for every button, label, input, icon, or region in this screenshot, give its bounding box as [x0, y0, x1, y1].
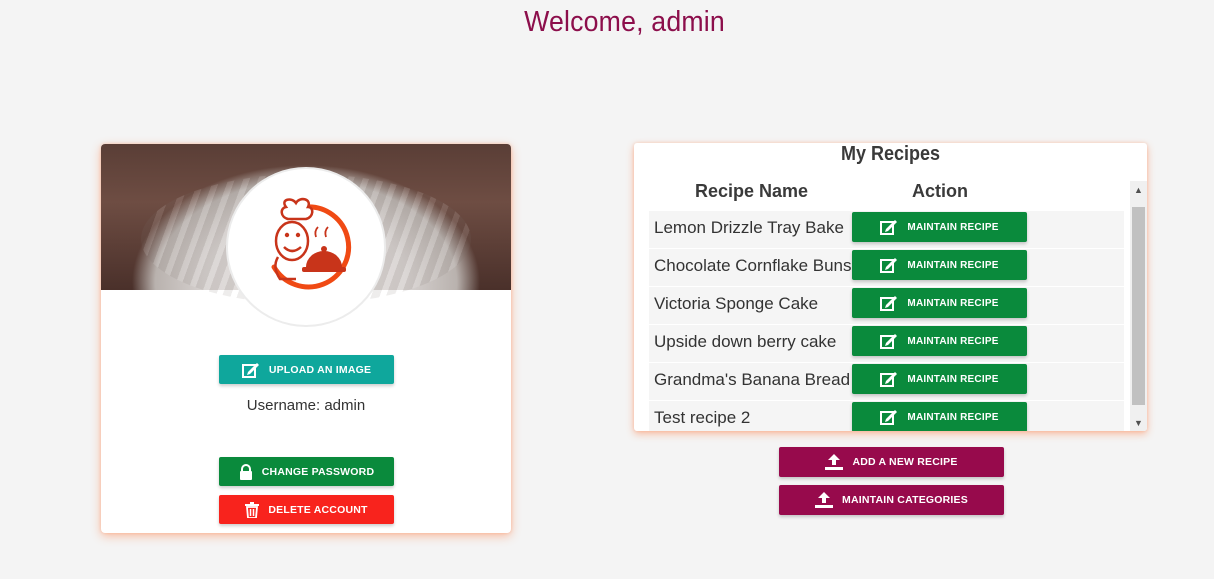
profile-card: UPLOAD AN IMAGE Username: admin CHANGE P… [101, 144, 511, 533]
recipe-name: Victoria Sponge Cake [654, 294, 819, 313]
edit-icon [880, 258, 898, 273]
upload-icon [815, 492, 834, 508]
maintain-categories-label: MAINTAIN CATEGORIES [842, 494, 968, 506]
delete-account-label: DELETE ACCOUNT [268, 503, 368, 516]
chef-logo-icon [271, 197, 352, 290]
column-header-action: Action [912, 181, 968, 201]
maintain-recipe-button[interactable]: MAINTAIN RECIPE [852, 288, 1027, 318]
maintain-recipe-button[interactable]: MAINTAIN RECIPE [852, 212, 1027, 242]
recipe-row: Test recipe 2 MAINTAIN RECIPE [649, 401, 1124, 431]
scroll-up-icon[interactable]: ▲ [1130, 181, 1147, 198]
upload-image-label: UPLOAD AN IMAGE [268, 363, 372, 376]
recipe-name: Upside down berry cake [654, 332, 837, 351]
maintain-recipe-label: MAINTAIN RECIPE [907, 373, 999, 385]
edit-icon [880, 296, 898, 311]
upload-image-button[interactable]: UPLOAD AN IMAGE [219, 355, 394, 384]
maintain-recipe-label: MAINTAIN RECIPE [907, 221, 999, 233]
scroll-thumb[interactable] [1132, 207, 1145, 405]
maintain-recipe-label: MAINTAIN RECIPE [907, 335, 999, 347]
recipe-row: Victoria Sponge Cake MAINTAIN RECIPE [649, 287, 1124, 324]
recipe-name: Lemon Drizzle Tray Bake [654, 218, 844, 237]
edit-icon [880, 410, 898, 425]
add-new-recipe-label: ADD A NEW RECIPE [852, 456, 958, 468]
maintain-recipe-button[interactable]: MAINTAIN RECIPE [852, 402, 1027, 431]
delete-account-button[interactable]: DELETE ACCOUNT [219, 495, 394, 524]
edit-icon [880, 220, 898, 235]
change-password-button[interactable]: CHANGE PASSWORD [219, 457, 394, 486]
recipe-name: Chocolate Cornflake Buns [654, 256, 852, 275]
edit-icon [241, 362, 259, 378]
maintain-recipe-button[interactable]: MAINTAIN RECIPE [852, 326, 1027, 356]
recipe-name: Grandma's Banana Bread [654, 370, 851, 389]
recipe-row: Grandma's Banana Bread MAINTAIN RECIPE [649, 363, 1124, 400]
recipe-row: Lemon Drizzle Tray Bake MAINTAIN RECIPE [649, 211, 1124, 248]
edit-icon [880, 334, 898, 349]
page-title: Welcome, admin [524, 6, 725, 38]
maintain-recipe-button[interactable]: MAINTAIN RECIPE [852, 250, 1027, 280]
upload-icon [825, 454, 844, 470]
recipe-name: Test recipe 2 [654, 408, 751, 427]
lock-icon [239, 463, 252, 480]
maintain-recipe-button[interactable]: MAINTAIN RECIPE [852, 364, 1027, 394]
scroll-down-icon[interactable]: ▼ [1130, 414, 1147, 431]
add-new-recipe-button[interactable]: ADD A NEW RECIPE [779, 447, 1004, 477]
column-header-recipe-name: Recipe Name [695, 181, 809, 201]
username-text: Username: admin [246, 397, 366, 414]
recipes-title: My Recipes [840, 143, 941, 165]
recipes-scrollbar[interactable]: ▲ ▼ [1130, 181, 1147, 431]
avatar [228, 169, 384, 325]
maintain-recipe-label: MAINTAIN RECIPE [907, 411, 999, 423]
trash-icon [245, 501, 260, 518]
maintain-recipe-label: MAINTAIN RECIPE [907, 259, 999, 271]
recipe-row: Upside down berry cake MAINTAIN RECIPE [649, 325, 1124, 362]
recipes-card: My Recipes Recipe Name Action Lemon Driz… [634, 143, 1147, 431]
change-password-label: CHANGE PASSWORD [261, 465, 375, 478]
edit-icon [880, 372, 898, 387]
maintain-recipe-label: MAINTAIN RECIPE [907, 297, 999, 309]
maintain-categories-button[interactable]: MAINTAIN CATEGORIES [779, 485, 1004, 515]
recipe-row: Chocolate Cornflake Buns MAINTAIN RECIPE [649, 249, 1124, 286]
